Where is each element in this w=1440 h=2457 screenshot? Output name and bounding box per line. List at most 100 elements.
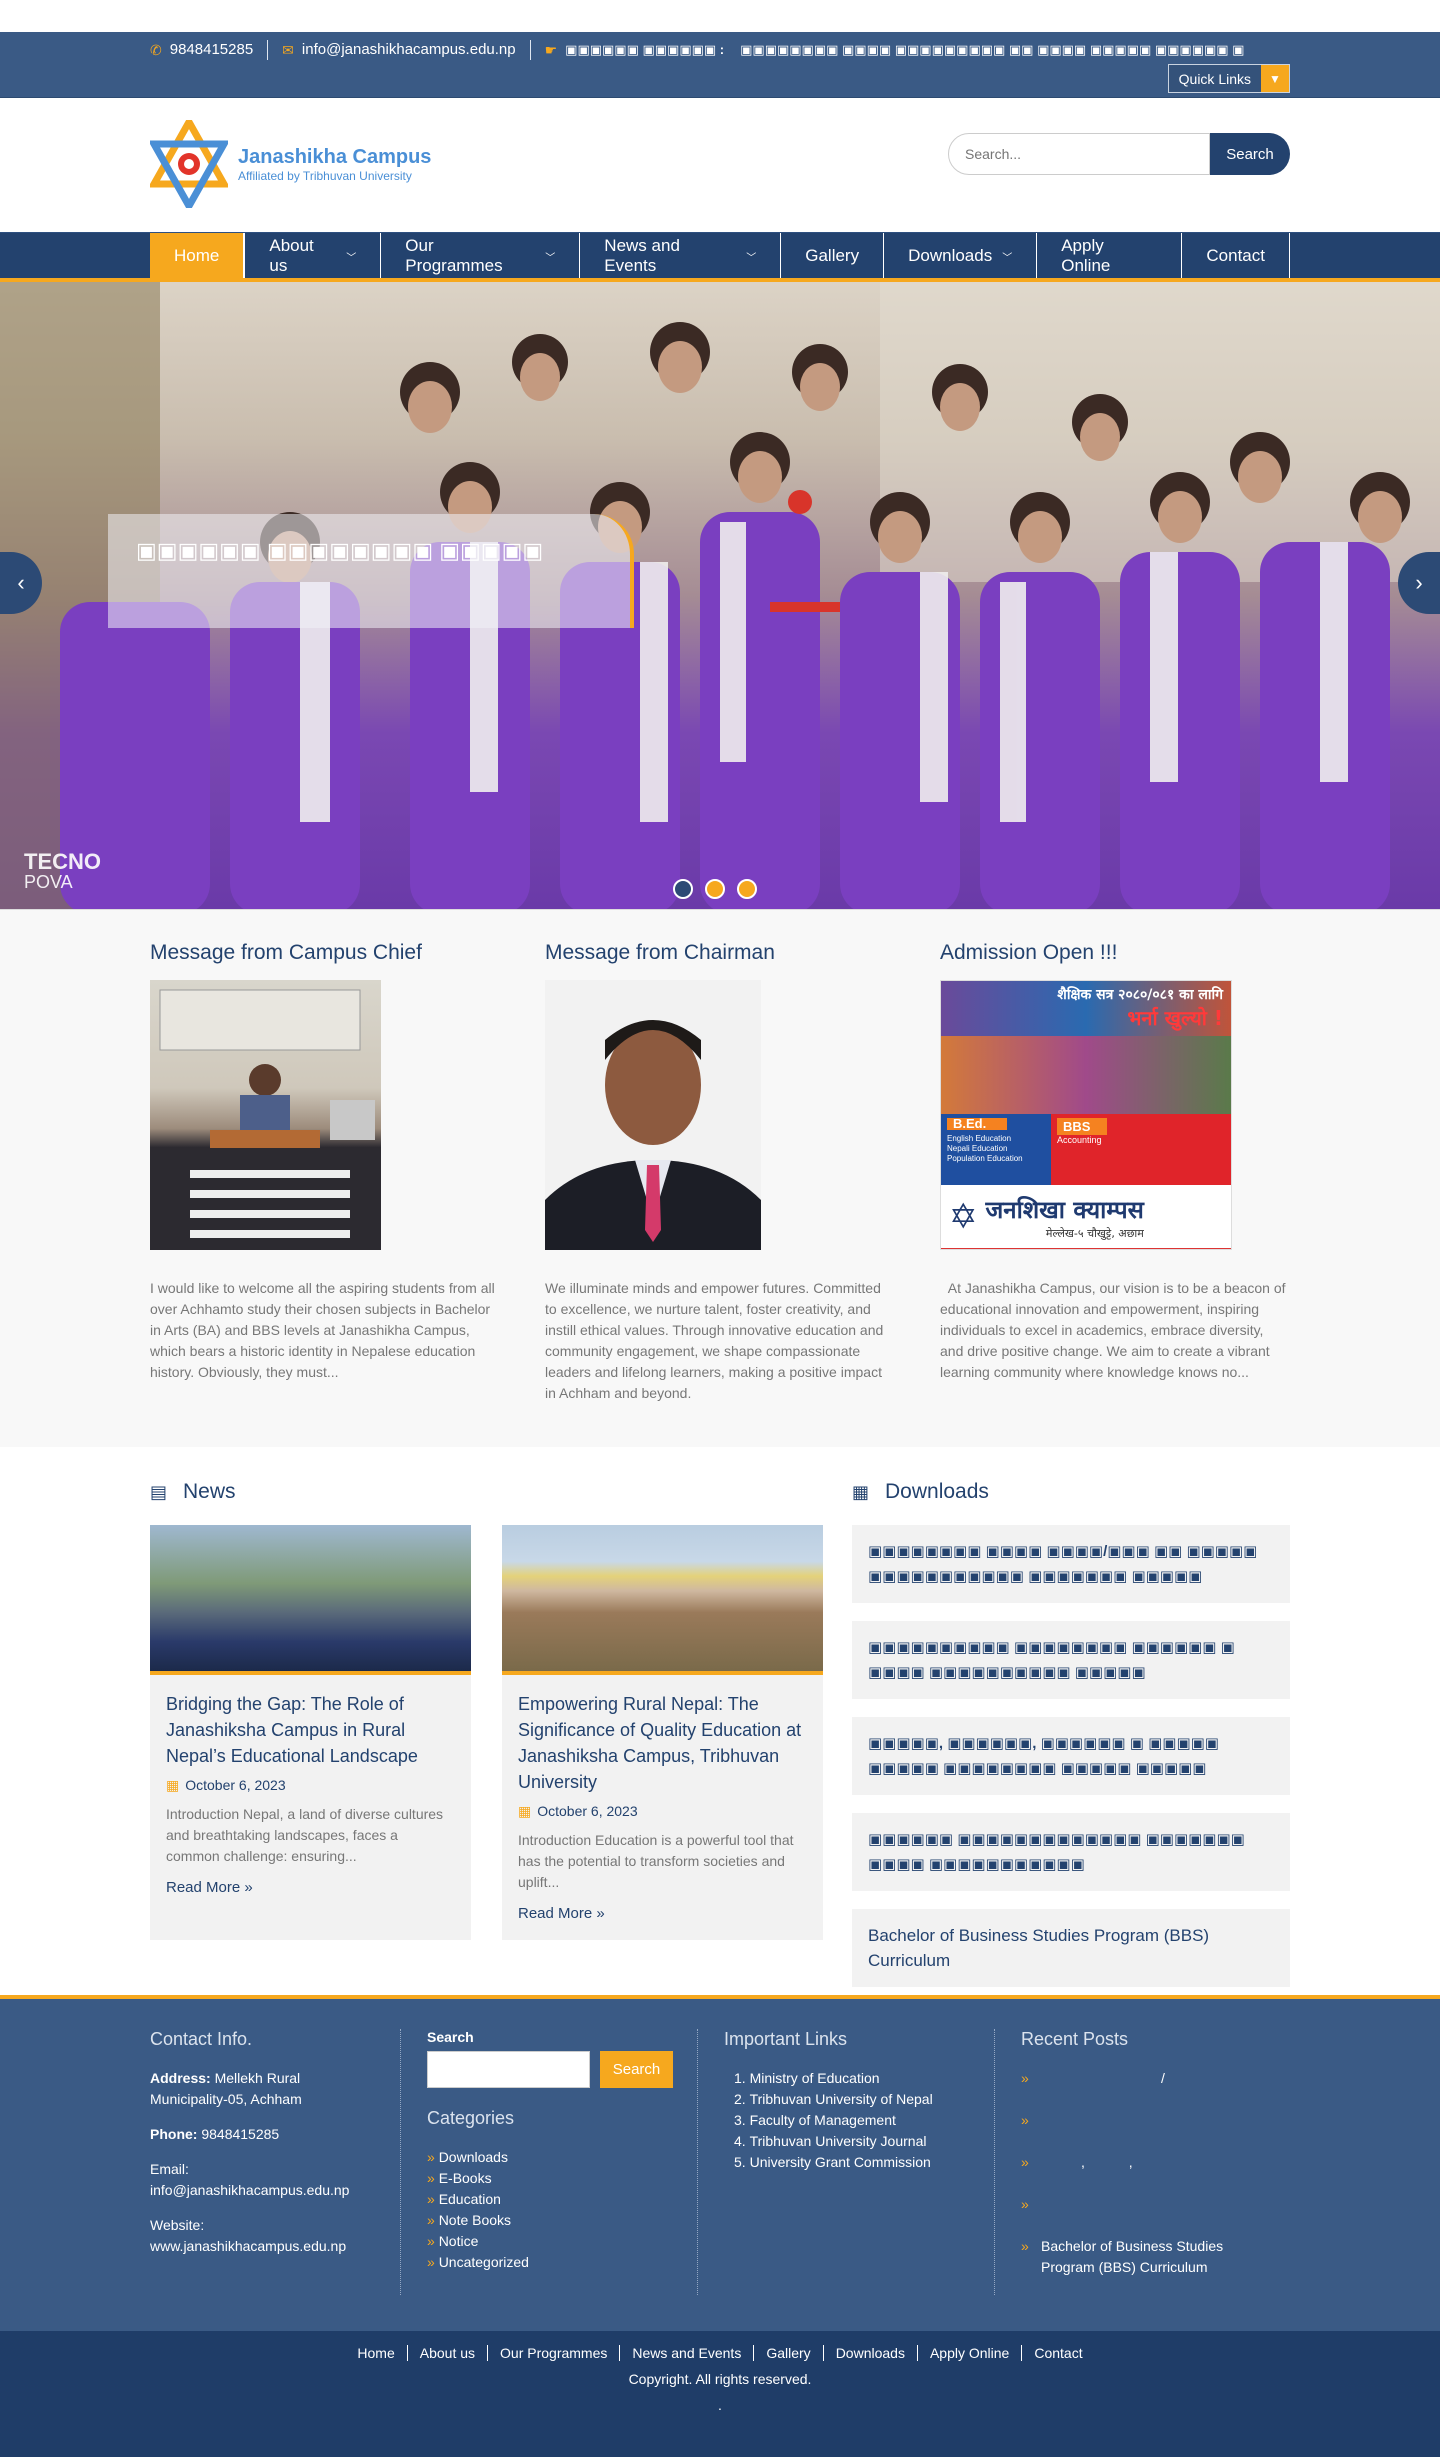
footer-nav-link[interactable]: Our Programmes	[488, 2345, 621, 2361]
star-emblem-icon: ✡	[949, 1197, 978, 1236]
website-link[interactable]: www.janashikhacampus.edu.np	[150, 2238, 346, 2254]
nav-label: Our Programmes	[405, 236, 503, 275]
double-chevron-right-icon: »	[244, 1879, 253, 1896]
footer-divider	[994, 2029, 995, 2295]
nav-programmes[interactable]: Our Programmes ﹀	[381, 233, 581, 279]
important-link[interactable]: University Grant Commission	[734, 2152, 974, 2173]
site-logo[interactable]: Janashikha Campus Affiliated by Tribhuva…	[150, 120, 431, 208]
nav-contact[interactable]: Contact	[1182, 233, 1290, 279]
date-text: October 6, 2023	[185, 1777, 286, 1793]
news-title: News	[183, 1480, 236, 1503]
recent-post[interactable]: , ,	[1021, 2152, 1241, 2173]
footer-search-input[interactable]	[427, 2051, 590, 2088]
nav-downloads[interactable]: Downloads ﹀	[884, 233, 1038, 279]
footer-heading: Recent Posts	[1021, 2029, 1129, 2049]
header-search: Search	[948, 133, 1290, 175]
important-link[interactable]: Ministry of Education	[734, 2068, 974, 2089]
search-button[interactable]: Search	[1210, 133, 1290, 175]
phone-item[interactable]: ✆ 9848415285	[150, 40, 269, 60]
footer-nav-link[interactable]: News and Events	[620, 2345, 755, 2361]
message-title[interactable]: Admission Open !!!	[940, 940, 1290, 980]
important-link[interactable]: Tribhuvan University Journal	[734, 2131, 974, 2152]
news-image-campus-building[interactable]	[502, 1525, 823, 1675]
website-label: Website:	[150, 2217, 205, 2233]
recent-post[interactable]	[1021, 2194, 1241, 2215]
download-item[interactable]: ▣▣▣▣▣, ▣▣▣▣▣▣, ▣▣▣▣▣▣ ▣ ▣▣▣▣▣ ▣▣▣▣▣ ▣▣▣▣…	[852, 1717, 1290, 1795]
quick-links-dropdown[interactable]: Quick Links ▼	[1167, 64, 1290, 93]
main-nav: Home About us ﹀ Our Programmes ﹀ News and …	[0, 232, 1440, 279]
email-item[interactable]: ✉ info@janashikhacampus.edu.np	[282, 40, 531, 60]
poster-top-text: शैक्षिक सत्र २०८०/०८१ का लागि	[1057, 987, 1223, 1003]
download-item[interactable]: Bachelor of Business Studies Program (BB…	[852, 1909, 1290, 1987]
slider-dot[interactable]	[737, 879, 757, 899]
footer-nav-link[interactable]: Gallery	[754, 2345, 824, 2361]
recent-post[interactable]: Bachelor of Business Studies Program (BB…	[1021, 2236, 1241, 2278]
nav-about[interactable]: About us ﹀	[244, 233, 382, 279]
chairman-message: Message from Chairman We illuminate mind…	[545, 940, 895, 1404]
recent-post-title: , ,	[1081, 2154, 1133, 2170]
hero-slider: ▣▣▣▣▣▣ ▣▣▣▣▣▣▣▣ ▣▣▣▣▣ ‹ › TECNO POVA	[0, 278, 1440, 910]
photo-watermark: TECNO POVA	[24, 849, 101, 893]
footer-bottom-bar: Home About us Our Programmes News and Ev…	[0, 2331, 1440, 2457]
news-card-date: ▦ October 6, 2023	[518, 1803, 807, 1820]
news-downloads-section: ▤ News Bridging the Gap: The Role of Jana…	[0, 1447, 1440, 1995]
news-image-group-photo[interactable]	[150, 1525, 471, 1675]
news-card-title[interactable]: Empowering Rural Nepal: The Significance…	[518, 1691, 807, 1795]
notice-label: ▣▣▣▣▣▣ ▣▣▣▣▣▣ :	[565, 42, 725, 57]
message-excerpt: At Janashikha Campus, our vision is to b…	[940, 1280, 1290, 1380]
nav-news-events[interactable]: News and Events ﹀	[580, 233, 782, 279]
calendar-icon: ▦	[166, 1777, 180, 1793]
email-text: info@janashikhacampus.edu.np	[301, 41, 516, 58]
chevron-down-icon: ﹀	[746, 252, 757, 264]
footer-nav-link[interactable]: Downloads	[824, 2345, 918, 2361]
category-item[interactable]: Uncategorized	[427, 2252, 677, 2273]
nav-gallery[interactable]: Gallery	[781, 233, 885, 279]
poster-bbs-subject: Accounting	[1057, 1135, 1102, 1145]
footer-nav-link[interactable]: Contact	[1022, 2345, 1094, 2361]
footer-nav-link[interactable]: Home	[345, 2345, 408, 2361]
footer-search-button[interactable]: Search	[600, 2051, 673, 2088]
footer-nav-link[interactable]: Apply Online	[918, 2345, 1023, 2361]
category-item[interactable]: Note Books	[427, 2210, 677, 2231]
slider-dot[interactable]	[673, 879, 693, 899]
message-title[interactable]: Message from Campus Chief	[150, 940, 500, 980]
news-card-title[interactable]: Bridging the Gap: The Role of Janashiksh…	[166, 1691, 455, 1769]
downloads-title: Downloads	[885, 1480, 989, 1503]
nav-label: Gallery	[805, 246, 860, 265]
download-item[interactable]: ▣▣▣▣▣▣ ▣▣▣▣▣▣▣▣▣▣▣▣▣ ▣▣▣▣▣▣▣ ▣▣▣▣ ▣▣▣▣▣▣…	[852, 1813, 1290, 1891]
download-item[interactable]: ▣▣▣▣▣▣▣▣▣▣ ▣▣▣▣▣▣▣▣ ▣▣▣▣▣▣ ▣ ▣▣▣▣ ▣▣▣▣▣▣…	[852, 1621, 1290, 1699]
read-more-link[interactable]: Read More »	[166, 1879, 455, 1896]
watermark-brand: TECNO	[24, 849, 101, 874]
message-excerpt: We illuminate minds and empower futures.…	[545, 1280, 884, 1401]
category-item[interactable]: Notice	[427, 2231, 677, 2252]
important-link[interactable]: Faculty of Management	[734, 2110, 974, 2131]
category-item[interactable]: Downloads	[427, 2147, 677, 2168]
poster-bbs-label: BBS	[1057, 1118, 1107, 1135]
recent-post[interactable]: /	[1021, 2068, 1241, 2089]
envelope-icon: ✉	[282, 42, 294, 58]
news-card-excerpt: Introduction Nepal, a land of diverse cu…	[166, 1806, 444, 1864]
office-illustration	[159, 989, 375, 1238]
nav-home[interactable]: Home	[150, 233, 245, 279]
slider-dot[interactable]	[705, 879, 725, 899]
recent-post-title: /	[1161, 2070, 1165, 2086]
footer-email[interactable]: Email: info@janashikhacampus.edu.np	[150, 2159, 380, 2201]
important-link[interactable]: Tribhuvan University of Nepal	[734, 2089, 974, 2110]
footer-phone: Phone: 9848415285	[150, 2124, 380, 2145]
notice-ticker[interactable]: ▣▣▣▣▣▣▣▣ ▣▣▣▣ ▣▣▣▣▣▣▣▣▣ ▣▣ ▣▣▣▣ ▣▣▣▣▣ ▣▣…	[740, 40, 1244, 60]
recent-post[interactable]	[1021, 2110, 1241, 2131]
footer-nav-link[interactable]: About us	[408, 2345, 489, 2361]
category-item[interactable]: E-Books	[427, 2168, 677, 2189]
read-more-link[interactable]: Read More »	[518, 1905, 807, 1922]
phone-text: 9848415285	[169, 41, 254, 58]
campus-chief-message: Message from Campus Chief I would like t…	[150, 940, 500, 1404]
nav-apply-online[interactable]: Apply Online	[1037, 233, 1183, 279]
category-item[interactable]: Education	[427, 2189, 677, 2210]
phone-value: 9848415285	[197, 2126, 280, 2142]
download-item[interactable]: ▣▣▣▣▣▣▣▣ ▣▣▣▣ ▣▣▣▣/▣▣▣ ▣▣ ▣▣▣▣▣ ▣▣▣▣▣▣▣▣…	[852, 1525, 1290, 1603]
search-input[interactable]	[948, 133, 1210, 175]
nav-label: Home	[174, 246, 220, 265]
important-links-list: Ministry of Education Tribhuvan Universi…	[724, 2068, 974, 2173]
logo-subtitle: Affiliated by Tribhuvan University	[238, 169, 412, 183]
message-title[interactable]: Message from Chairman	[545, 940, 895, 980]
